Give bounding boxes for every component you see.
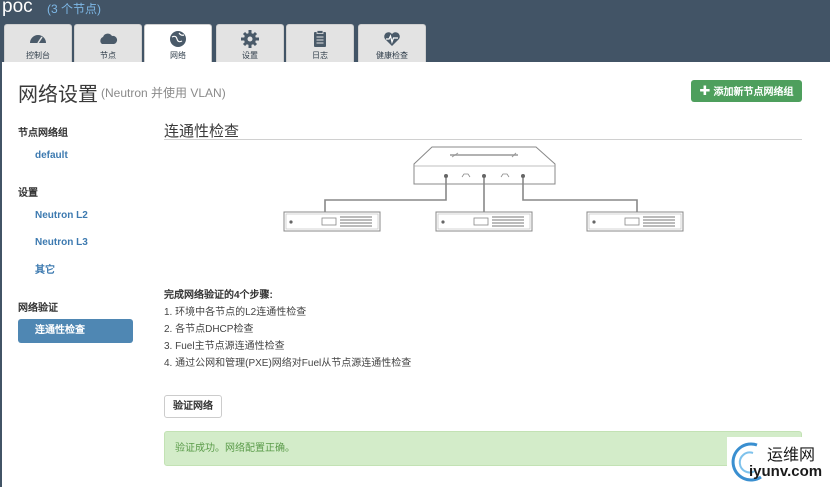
step-item: 3. Fuel主节点源连通性检查 <box>164 341 285 352</box>
sidebar-item-default[interactable]: default <box>18 144 133 168</box>
dashboard-icon <box>30 35 46 44</box>
sidebar-item-other[interactable]: 其它 <box>18 259 133 283</box>
sidebar-item-connectivity-check[interactable]: 连通性检查 <box>18 319 133 343</box>
watermark-line1: 运维网 <box>767 447 816 464</box>
step-item: 1. 环境中各节点的L2连通性检查 <box>164 307 307 318</box>
cloud-icon <box>100 33 118 44</box>
page-subtitle: (Neutron 并使用 VLAN) <box>101 86 226 100</box>
sidebar-item-neutron-l3[interactable]: Neutron L3 <box>18 231 133 255</box>
sidebar-group-network-verification: 网络验证 <box>18 303 58 314</box>
watermark-line2: iyunv.com <box>749 463 823 480</box>
section-divider <box>164 139 802 140</box>
verification-success-alert: 验证成功。网络配置正确。 <box>164 431 802 466</box>
tab-logs[interactable]: 日志 <box>286 24 354 62</box>
watermark: 运维网 iyunv.com <box>727 437 830 487</box>
step-item: 2. 各节点DHCP检查 <box>164 324 254 335</box>
page-title: 网络设置 <box>18 84 98 106</box>
gear-icon <box>241 30 259 48</box>
globe-icon <box>170 31 186 47</box>
section-title: 连通性检查 <box>164 123 240 140</box>
tab-health-check[interactable]: 健康检查 <box>358 24 426 62</box>
tab-nodes[interactable]: 节点 <box>74 24 142 62</box>
tab-settings[interactable]: 设置 <box>216 24 284 62</box>
plus-icon: ✚ <box>699 83 711 98</box>
step-item: 4. 通过公网和管理(PXE)网络对Fuel从节点源连通性检查 <box>164 358 412 369</box>
server-node-3 <box>586 211 684 232</box>
clipboard-icon <box>314 30 326 47</box>
heart-pulse-icon <box>384 32 400 46</box>
steps-title: 完成网络验证的4个步骤: <box>164 290 273 301</box>
sidebar-item-neutron-l2[interactable]: Neutron L2 <box>18 204 133 228</box>
server-node-1 <box>283 211 381 232</box>
network-settings-panel: 网络设置 (Neutron 并使用 VLAN) ✚ 添加新节点网络组 节点网络组 … <box>2 62 830 487</box>
sidebar-group-settings: 设置 <box>18 188 38 199</box>
tab-network[interactable]: 网络 <box>144 24 212 64</box>
environment-header: poc (3 个节点) 控制台 节点 网络 设置 日志 健康检查 <box>0 0 830 64</box>
server-node-2 <box>435 211 533 232</box>
environment-nodes-count[interactable]: (3 个节点) <box>47 0 101 17</box>
network-topology-diagram <box>283 146 684 232</box>
add-node-network-group-button[interactable]: ✚ 添加新节点网络组 <box>691 80 802 102</box>
environment-name: poc <box>2 0 33 17</box>
verify-network-button[interactable]: 验证网络 <box>164 395 222 418</box>
tab-dashboard[interactable]: 控制台 <box>4 24 72 62</box>
sidebar-group-node-network-groups: 节点网络组 <box>18 128 68 139</box>
